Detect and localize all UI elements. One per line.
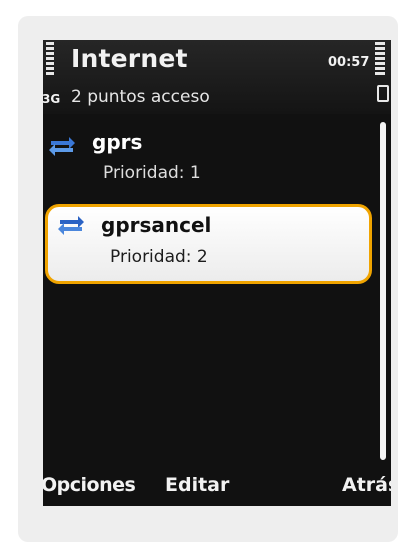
access-point-arrows-icon bbox=[58, 216, 84, 235]
status-header: Internet 00:57 3G 2 puntos acceso bbox=[43, 40, 391, 114]
signal-strength-icon bbox=[46, 42, 54, 76]
softkey-options[interactable]: Opciones bbox=[43, 474, 136, 496]
clock: 00:57 bbox=[328, 55, 370, 70]
access-point-priority: Prioridad: 2 bbox=[110, 247, 208, 267]
page-subtitle: 2 puntos acceso bbox=[71, 87, 210, 107]
list-item-gprsancel[interactable]: gprsancel Prioridad: 2 bbox=[45, 204, 372, 284]
battery-icon bbox=[377, 85, 389, 102]
access-point-name: gprsancel bbox=[101, 213, 212, 237]
softkey-back[interactable]: Atrás bbox=[342, 474, 391, 496]
network-type-indicator: 3G bbox=[43, 92, 61, 106]
softkey-edit[interactable]: Editar bbox=[165, 474, 229, 496]
list-item-gprs[interactable]: gprs Prioridad: 1 bbox=[43, 130, 373, 190]
page-title: Internet bbox=[71, 44, 188, 73]
scrollbar[interactable] bbox=[380, 122, 386, 460]
battery-level-icon bbox=[375, 42, 385, 76]
phone-screen: Internet 00:57 3G 2 puntos acceso gprs P… bbox=[43, 40, 391, 506]
access-point-priority: Prioridad: 1 bbox=[103, 163, 201, 183]
access-point-name: gprs bbox=[92, 130, 143, 154]
access-point-arrows-icon bbox=[49, 137, 75, 156]
softkey-bar: Opciones Editar Atrás bbox=[43, 470, 391, 506]
